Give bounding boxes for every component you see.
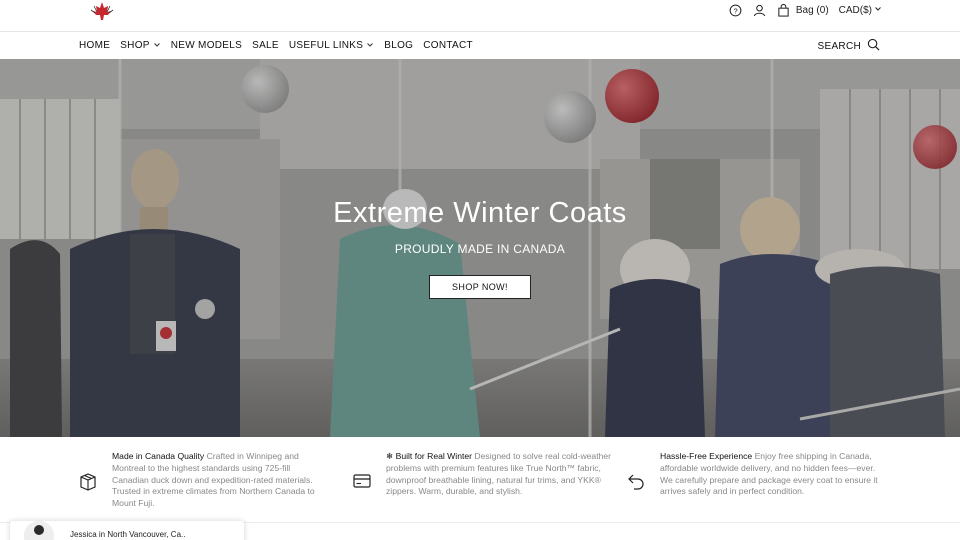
utility-links: ? Bag (0) CAD($) (729, 2, 882, 18)
main-nav: HOME SHOP NEW MODELS SALE USEFUL LINKS B… (0, 32, 960, 59)
feature-title: Hassle-Free Experience (660, 451, 753, 461)
feature-hassle-free: Hassle-Free Experience Enjoy free shippi… (626, 451, 886, 498)
nav-item-label: NEW MODELS (170, 40, 243, 51)
bag-icon (777, 3, 791, 17)
account-icon[interactable] (753, 3, 767, 17)
feature-title: Made in Canada Quality (112, 451, 205, 461)
nav-item-useful-links[interactable]: USEFUL LINKS (289, 40, 374, 51)
chevron-down-icon (153, 41, 161, 51)
hero-title: Extreme Winter Coats (333, 197, 627, 229)
search-label: SEARCH (817, 40, 861, 52)
search-button[interactable]: SEARCH (818, 38, 880, 54)
bag-link[interactable]: Bag (0) (777, 3, 829, 17)
product-thumbnail (24, 521, 54, 540)
feature-text: ❄ Built for Real Winter Designed to solv… (386, 451, 612, 498)
maple-leaf-logo-icon (90, 2, 114, 20)
site-logo[interactable] (82, 0, 122, 28)
search-icon (867, 38, 880, 54)
nav-menu: HOME SHOP NEW MODELS SALE USEFUL LINKS B… (79, 40, 483, 51)
nav-item-label: USEFUL LINKS (288, 40, 364, 51)
chevron-down-icon (874, 5, 882, 16)
feature-title: ❄ Built for Real Winter (386, 451, 473, 461)
hero-subtitle: PROUDLY MADE IN CANADA (394, 242, 566, 256)
currency-label: CAD($) (838, 4, 872, 16)
bag-label: Bag (0) (795, 4, 829, 16)
feature-text: Made in Canada Quality Crafted in Winnip… (112, 451, 328, 510)
package-icon (78, 471, 100, 493)
nav-item-new-models[interactable]: NEW MODELS (171, 40, 242, 51)
top-bar: ? Bag (0) CAD($) (0, 0, 960, 32)
nav-item-home[interactable]: HOME (79, 40, 110, 51)
nav-item-contact[interactable]: CONTACT (423, 40, 473, 51)
currency-selector[interactable]: CAD($) (839, 5, 882, 16)
feature-text: Hassle-Free Experience Enjoy free shippi… (660, 451, 886, 498)
svg-text:?: ? (734, 6, 738, 15)
popup-text: Jessica in North Vancouver, Ca.. (70, 530, 186, 539)
feature-built-for-winter: ❄ Built for Real Winter Designed to solv… (352, 451, 612, 498)
nav-item-shop[interactable]: SHOP (120, 40, 161, 51)
nav-item-label: HOME (79, 40, 111, 51)
credit-card-icon (352, 471, 374, 493)
nav-item-label: SALE (252, 40, 279, 51)
return-arrow-icon (626, 471, 648, 493)
chevron-down-icon (366, 41, 374, 51)
nav-item-label: SHOP (120, 40, 150, 51)
hero-banner: ΛB (0, 59, 960, 437)
help-icon[interactable]: ? (729, 3, 743, 17)
features-strip: Made in Canada Quality Crafted in Winnip… (0, 437, 960, 523)
nav-item-blog[interactable]: BLOG (384, 40, 413, 51)
recent-purchase-popup[interactable]: Jessica in North Vancouver, Ca.. (10, 521, 244, 540)
nav-item-sale[interactable]: SALE (252, 40, 279, 51)
nav-item-label: CONTACT (423, 40, 473, 51)
feature-made-in-canada: Made in Canada Quality Crafted in Winnip… (78, 451, 328, 510)
nav-item-label: BLOG (384, 40, 414, 51)
shop-now-button[interactable]: SHOP NOW! (429, 275, 531, 299)
